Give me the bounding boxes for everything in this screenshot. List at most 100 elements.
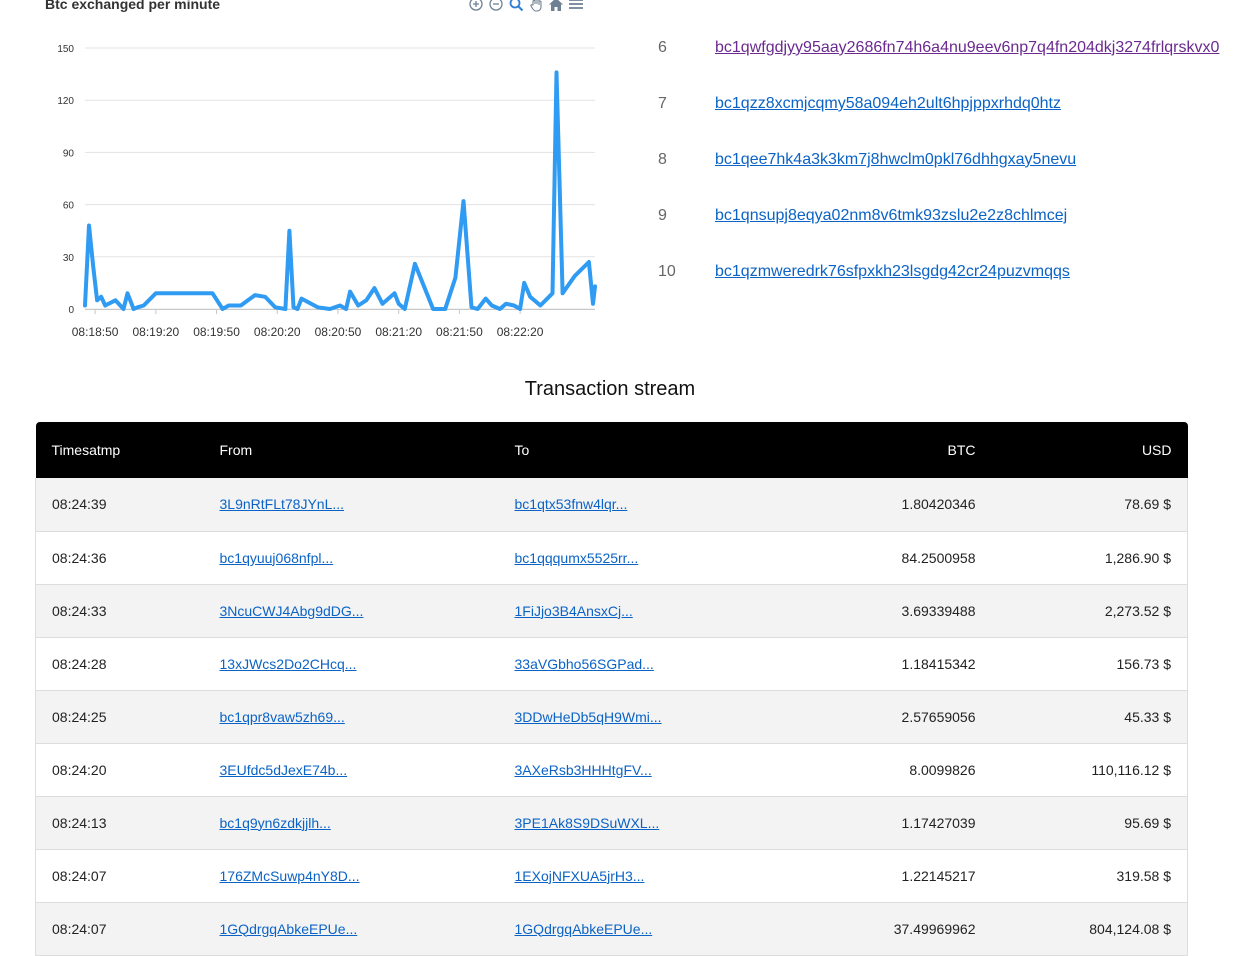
to-address-link[interactable]: 33aVGbho56SGPad... — [515, 656, 654, 672]
pan-hand-icon[interactable] — [528, 0, 544, 12]
column-header-timestamp[interactable]: Timesatmp — [36, 422, 204, 478]
usd-amount-cell: 78.69 $ — [992, 478, 1188, 531]
to-address-link[interactable]: 3PE1Ak8S9DSuWXL... — [515, 815, 660, 831]
rank-number: 9 — [640, 207, 715, 225]
column-header-from[interactable]: From — [204, 422, 499, 478]
menu-icon[interactable] — [568, 0, 584, 12]
to-address-link[interactable]: bc1qtx53fnw4lqr... — [515, 496, 628, 512]
from-address-link[interactable]: bc1qpr8vaw5zh69... — [220, 709, 345, 725]
table-row: 08:24:07 176ZMcSuwp4nY8D... 1EXojNFXUA5j… — [36, 849, 1188, 902]
from-address-link[interactable]: 176ZMcSuwp4nY8D... — [220, 868, 360, 884]
table-row: 08:24:25 bc1qpr8vaw5zh69... 3DDwHeDb5qH9… — [36, 690, 1188, 743]
table-row: 08:24:20 3EUfdc5dJexE74b... 3AXeRsb3HHHt… — [36, 743, 1188, 796]
from-address-link[interactable]: 13xJWcs2Do2CHcq... — [220, 656, 357, 672]
list-item: 10 bc1qzmweredrk76sfpxkh23lsgdg42cr24puz… — [640, 260, 1070, 284]
rank-number: 10 — [640, 263, 715, 281]
x-tick-label: 08:20:20 — [254, 325, 301, 339]
x-tick-label: 08:21:50 — [436, 325, 483, 339]
column-header-btc[interactable]: BTC — [794, 422, 992, 478]
zoom-out-icon[interactable] — [488, 0, 504, 12]
timestamp-cell: 08:24:13 — [36, 796, 204, 849]
btc-per-minute-chart-panel: 0 30 60 90 120 150 08:18:50 08:19:20 08:19:50 08:… — [0, 0, 610, 350]
address-link[interactable]: bc1qzmweredrk76sfpxkh23lsgdg42cr24puzvmq… — [715, 263, 1070, 281]
timestamp-cell: 08:24:33 — [36, 584, 204, 637]
address-link[interactable]: bc1qnsupj8eqya02nm8v6tmk93zslu2e2z8chlmc… — [715, 207, 1067, 225]
y-tick-label: 0 — [68, 305, 74, 316]
table-row: 08:24:13 bc1q9yn6zdkjjlh... 3PE1Ak8S9DSu… — [36, 796, 1188, 849]
timestamp-cell: 08:24:07 — [36, 902, 204, 955]
to-address-link[interactable]: 3AXeRsb3HHHtgFV... — [515, 762, 652, 778]
timestamp-cell: 08:24:36 — [36, 531, 204, 584]
btc-amount-cell: 3.69339488 — [794, 584, 992, 637]
from-address-link[interactable]: 1GQdrgqAbkeEPUe... — [220, 921, 358, 937]
series-line — [85, 72, 595, 309]
magnifier-icon[interactable] — [508, 0, 524, 12]
usd-amount-cell: 1,286.90 $ — [992, 531, 1188, 584]
btc-amount-cell: 84.2500958 — [794, 531, 992, 584]
y-tick-label: 150 — [57, 44, 74, 55]
column-header-usd[interactable]: USD — [992, 422, 1188, 478]
chart-title: Btc exchanged per minute — [45, 0, 220, 12]
table-row: 08:24:39 3L9nRtFLt78JYnL... bc1qtx53fnw4… — [36, 478, 1188, 531]
from-address-link[interactable]: 3L9nRtFLt78JYnL... — [220, 496, 345, 512]
home-icon[interactable] — [548, 0, 564, 12]
list-item: 7 bc1qzz8xcmjcqmy58a094eh2ult6hpjppxrhdq… — [640, 92, 1061, 116]
x-tick-label: 08:18:50 — [72, 325, 119, 339]
from-address-link[interactable]: 3NcuCWJ4Abg9dDG... — [220, 603, 364, 619]
from-address-link[interactable]: bc1q9yn6zdkjjlh... — [220, 815, 331, 831]
x-tick-label: 08:21:20 — [375, 325, 422, 339]
rank-number: 6 — [640, 39, 715, 57]
timestamp-cell: 08:24:07 — [36, 849, 204, 902]
usd-amount-cell: 95.69 $ — [992, 796, 1188, 849]
usd-amount-cell: 110,116.12 $ — [992, 743, 1188, 796]
list-item: 9 bc1qnsupj8eqya02nm8v6tmk93zslu2e2z8chl… — [640, 204, 1067, 228]
table-row: 08:24:36 bc1qyuuj068nfpl... bc1qqqumx552… — [36, 531, 1188, 584]
table-row: 08:24:33 3NcuCWJ4Abg9dDG... 1FiJjo3B4Ans… — [36, 584, 1188, 637]
to-address-link[interactable]: 1GQdrgqAbkeEPUe... — [515, 921, 653, 937]
btc-amount-cell: 8.0099826 — [794, 743, 992, 796]
timestamp-cell: 08:24:28 — [36, 637, 204, 690]
list-item: 8 bc1qee7hk4a3k3km7j8hwclm0pkl76dhhgxay5… — [640, 148, 1076, 172]
rank-number: 7 — [640, 95, 715, 113]
from-address-link[interactable]: 3EUfdc5dJexE74b... — [220, 762, 348, 778]
btc-amount-cell: 1.80420346 — [794, 478, 992, 531]
y-tick-label: 30 — [63, 253, 75, 264]
chart-toolbar — [468, 0, 584, 12]
x-tick-label: 08:19:50 — [193, 325, 240, 339]
usd-amount-cell: 45.33 $ — [992, 690, 1188, 743]
to-address-link[interactable]: bc1qqqumx5525rr... — [515, 550, 639, 566]
rank-number: 8 — [640, 151, 715, 169]
usd-amount-cell: 156.73 $ — [992, 637, 1188, 690]
list-item: 6 bc1qwfgdjyy95aay2686fn74h6a4nu9eev6np7… — [640, 36, 1219, 60]
btc-per-minute-chart: 0 30 60 90 120 150 08:18:50 08:19:20 08:19:50 08:… — [0, 0, 610, 350]
y-tick-label: 120 — [57, 96, 74, 107]
usd-amount-cell: 319.58 $ — [992, 849, 1188, 902]
to-address-link[interactable]: 1EXojNFXUA5jrH3... — [515, 868, 645, 884]
timestamp-cell: 08:24:20 — [36, 743, 204, 796]
address-link[interactable]: bc1qzz8xcmjcqmy58a094eh2ult6hpjppxrhdq0h… — [715, 95, 1061, 113]
timestamp-cell: 08:24:25 — [36, 690, 204, 743]
y-tick-label: 90 — [63, 148, 75, 159]
table-row: 08:24:28 13xJWcs2Do2CHcq... 33aVGbho56SG… — [36, 637, 1188, 690]
x-tick-label: 08:20:50 — [315, 325, 362, 339]
usd-amount-cell: 2,273.52 $ — [992, 584, 1188, 637]
timestamp-cell: 08:24:39 — [36, 478, 204, 531]
y-tick-label: 60 — [63, 201, 75, 212]
column-header-to[interactable]: To — [499, 422, 794, 478]
to-address-link[interactable]: 1FiJjo3B4AnsxCj... — [515, 603, 633, 619]
x-tick-label: 08:19:20 — [132, 325, 179, 339]
x-tick-label: 08:22:20 — [497, 325, 544, 339]
transaction-table: Timesatmp From To BTC USD 08:24:39 3L9nR… — [35, 422, 1188, 956]
to-address-link[interactable]: 3DDwHeDb5qH9Wmi... — [515, 709, 662, 725]
btc-amount-cell: 1.18415342 — [794, 637, 992, 690]
from-address-link[interactable]: bc1qyuuj068nfpl... — [220, 550, 334, 566]
btc-amount-cell: 1.22145217 — [794, 849, 992, 902]
zoom-in-icon[interactable] — [468, 0, 484, 12]
btc-amount-cell: 1.17427039 — [794, 796, 992, 849]
address-link[interactable]: bc1qee7hk4a3k3km7j8hwclm0pkl76dhhgxay5ne… — [715, 151, 1076, 169]
btc-amount-cell: 2.57659056 — [794, 690, 992, 743]
transaction-stream-title: Transaction stream — [0, 378, 1220, 401]
table-header-row: Timesatmp From To BTC USD — [36, 422, 1188, 478]
address-link[interactable]: bc1qwfgdjyy95aay2686fn74h6a4nu9eev6np7q4… — [715, 39, 1219, 57]
table-row: 08:24:07 1GQdrgqAbkeEPUe... 1GQdrgqAbkeE… — [36, 902, 1188, 955]
